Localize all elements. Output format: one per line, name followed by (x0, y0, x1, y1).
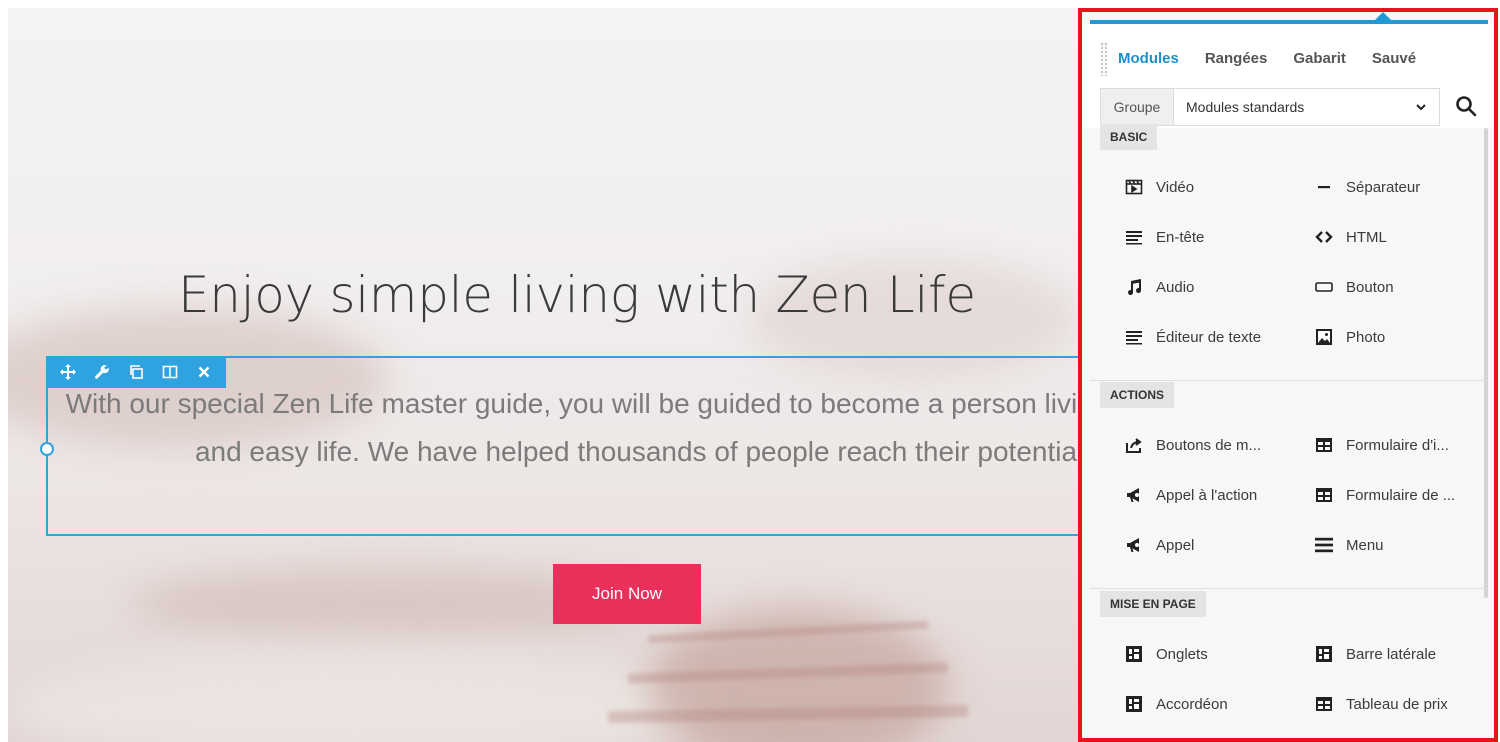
module-label: Appel (1156, 536, 1195, 554)
module-sidebar[interactable]: Barre latérale (1314, 640, 1436, 668)
module-label: Tableau de prix (1346, 695, 1448, 713)
table-icon (1314, 694, 1334, 714)
modules-panel: Modules Rangées Gabarit Sauvé Groupe Mod… (1078, 8, 1498, 742)
group-label: Groupe (1101, 89, 1174, 125)
heading-icon (1124, 227, 1144, 247)
module-tabs[interactable]: Onglets (1124, 640, 1208, 668)
megaphone-icon (1124, 535, 1144, 555)
text-editor-icon (1124, 327, 1144, 347)
module-pricing-table[interactable]: Tableau de prix (1314, 690, 1448, 718)
module-subscribe-form[interactable]: Formulaire de ... (1314, 481, 1455, 509)
drag-handle-icon[interactable] (1100, 42, 1108, 76)
module-video[interactable]: Vidéo (1124, 173, 1194, 201)
columns-icon[interactable] (160, 362, 180, 382)
background-blur (8, 648, 708, 742)
join-now-button[interactable]: Join Now (553, 564, 701, 624)
module-label: Menu (1346, 536, 1384, 554)
move-icon[interactable] (58, 362, 78, 382)
panel-scrollbar[interactable] (1484, 128, 1488, 598)
group-select[interactable]: Groupe Modules standards (1100, 88, 1440, 126)
section-actions: ACTIONS (1100, 382, 1174, 408)
module-button[interactable]: Bouton (1314, 273, 1394, 301)
form-icon (1314, 485, 1334, 505)
module-label: En-tête (1156, 228, 1205, 246)
module-label: Boutons de m... (1156, 436, 1262, 454)
separator-icon (1314, 177, 1334, 197)
share-icon (1124, 435, 1144, 455)
section-layout: MISE EN PAGE (1100, 591, 1206, 617)
module-social-buttons[interactable]: Boutons de m... (1124, 431, 1261, 459)
module-separator[interactable]: Séparateur (1314, 173, 1420, 201)
tab-saved[interactable]: Sauvé (1372, 50, 1416, 67)
module-call-to-action[interactable]: Appel à l'action (1124, 481, 1257, 509)
tab-modules[interactable]: Modules (1118, 50, 1179, 67)
photo-icon (1314, 327, 1334, 347)
panel-header: Modules Rangées Gabarit Sauvé Groupe Mod… (1082, 24, 1494, 128)
module-accordion[interactable]: Accordéon (1124, 690, 1228, 718)
module-label: Formulaire de ... (1346, 486, 1456, 504)
module-label: Vidéo (1156, 178, 1195, 196)
megaphone-icon (1124, 485, 1144, 505)
duplicate-icon[interactable] (126, 362, 146, 382)
module-html[interactable]: HTML (1314, 223, 1387, 251)
chevron-down-icon[interactable] (1403, 89, 1439, 125)
module-toolbar (46, 356, 226, 388)
section-divider (1090, 588, 1486, 589)
module-label: Photo (1346, 328, 1386, 346)
module-label: HTML (1346, 228, 1387, 246)
module-label: Accordéon (1156, 695, 1228, 713)
tab-templates[interactable]: Gabarit (1293, 50, 1346, 67)
module-contact-form[interactable]: Formulaire d'i... (1314, 431, 1449, 459)
module-label: Barre latérale (1346, 645, 1437, 663)
module-callout[interactable]: Appel (1124, 531, 1194, 559)
layout-icon (1314, 644, 1334, 664)
code-icon (1314, 227, 1334, 247)
module-label: Audio (1156, 278, 1195, 296)
page-canvas: Enjoy simple living with Zen Life With o… (8, 8, 1080, 742)
layout-icon (1124, 694, 1144, 714)
wrench-icon[interactable] (92, 362, 112, 382)
group-value[interactable]: Modules standards (1174, 89, 1403, 125)
menu-icon (1314, 535, 1334, 555)
hero-title[interactable]: Enjoy simple living with Zen Life (178, 266, 976, 324)
module-photo[interactable]: Photo (1314, 323, 1385, 351)
module-label: Appel à l'action (1156, 486, 1258, 504)
form-icon (1314, 435, 1334, 455)
module-menu[interactable]: Menu (1314, 531, 1384, 559)
tab-rows[interactable]: Rangées (1205, 50, 1268, 67)
resize-handle[interactable] (40, 442, 54, 456)
panel-tabs: Modules Rangées Gabarit Sauvé (1118, 50, 1442, 67)
module-label: Éditeur de texte (1156, 328, 1262, 346)
module-label: Bouton (1346, 278, 1394, 296)
section-basic: BASIC (1100, 124, 1158, 150)
close-icon[interactable] (194, 362, 214, 382)
search-icon[interactable] (1452, 92, 1480, 120)
module-label: Séparateur (1346, 178, 1421, 196)
layout-icon (1124, 644, 1144, 664)
module-text-editor[interactable]: Éditeur de texte (1124, 323, 1261, 351)
video-icon (1124, 177, 1144, 197)
module-label: Formulaire d'i... (1346, 436, 1449, 454)
section-divider (1090, 380, 1486, 381)
module-audio[interactable]: Audio (1124, 273, 1194, 301)
music-note-icon (1124, 277, 1144, 297)
module-label: Onglets (1156, 645, 1208, 663)
button-icon (1314, 277, 1334, 297)
module-heading[interactable]: En-tête (1124, 223, 1204, 251)
